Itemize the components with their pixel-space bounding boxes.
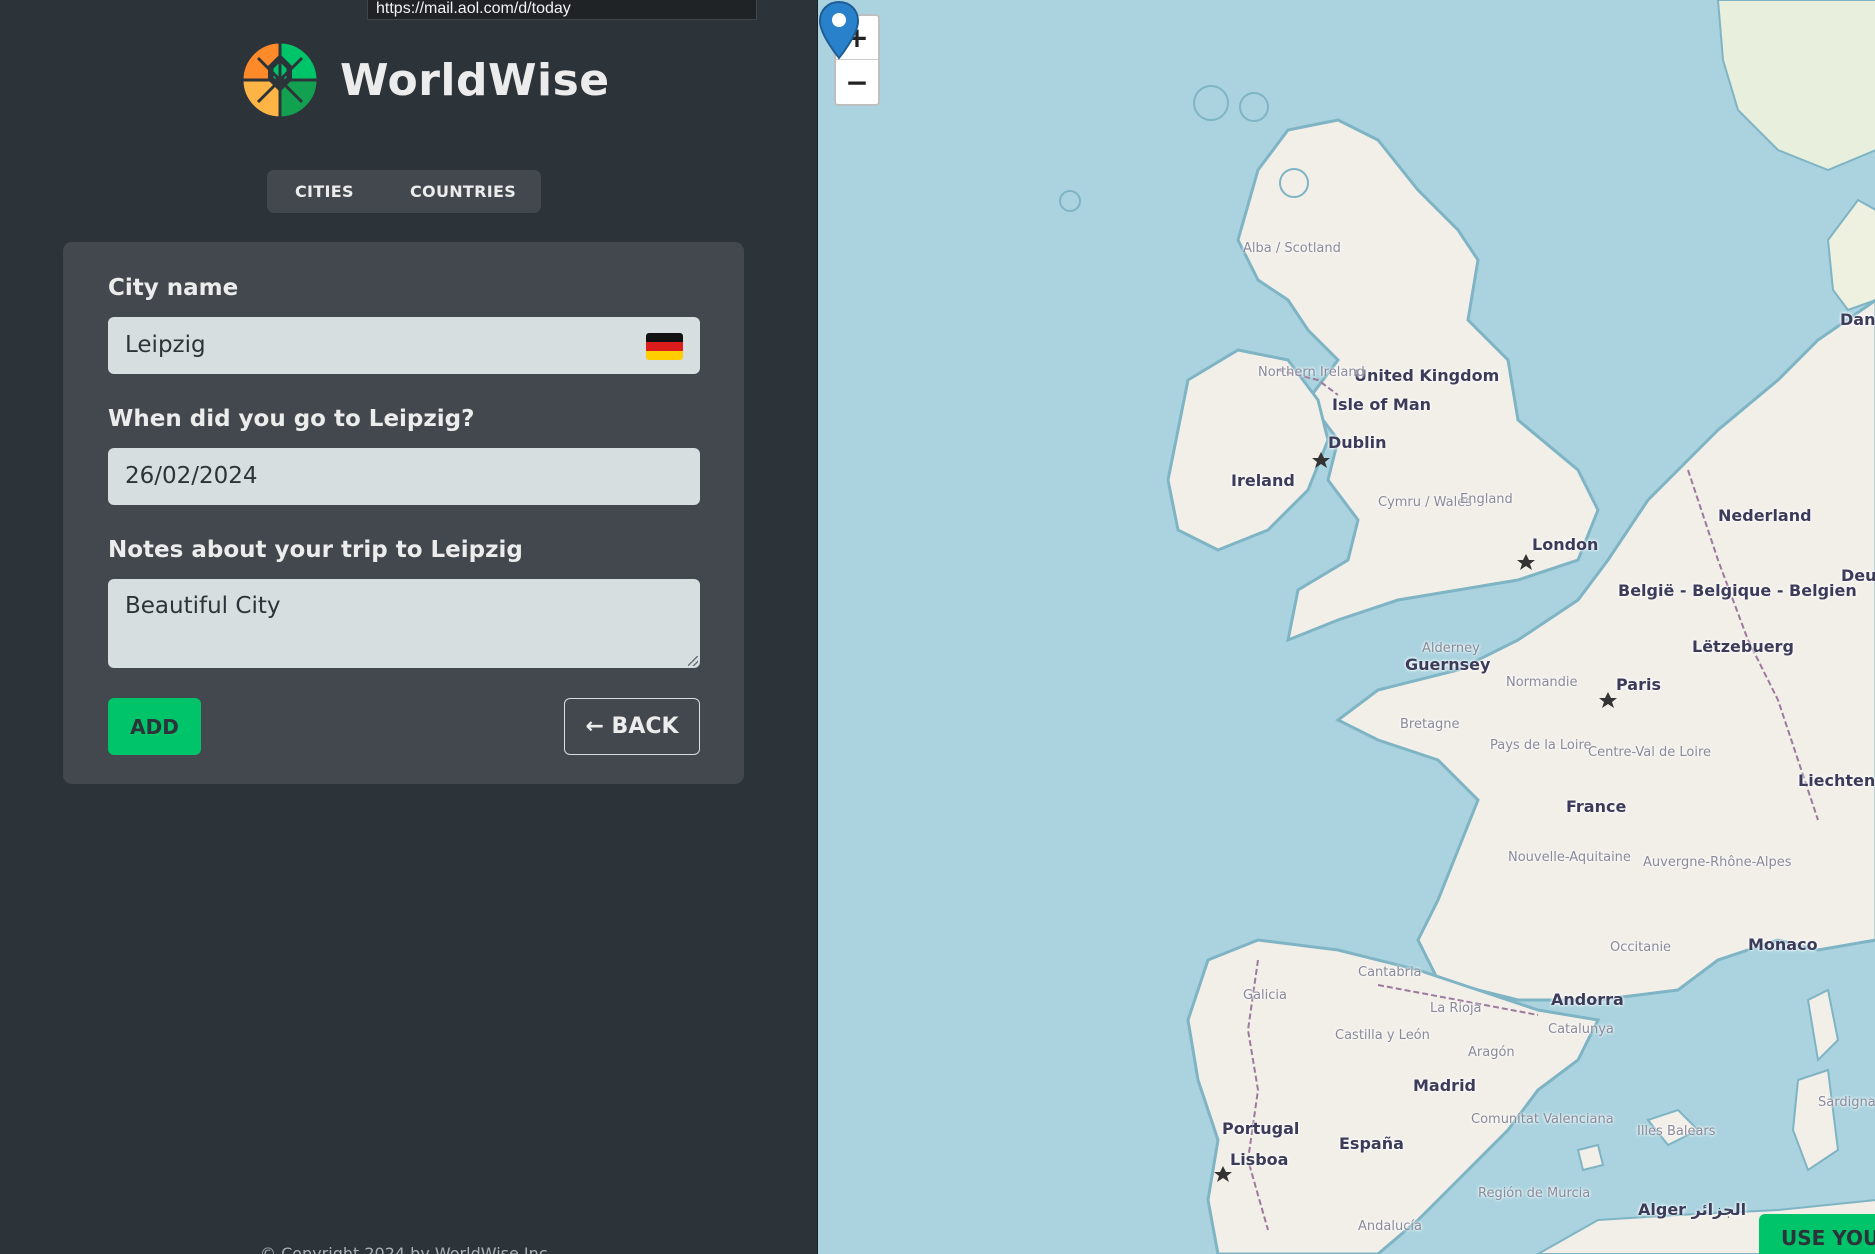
map-label: Comunitat Valenciana	[1471, 1112, 1614, 1127]
resize-grip-icon[interactable]	[688, 656, 698, 666]
map-label: Pays de la Loire	[1490, 738, 1592, 753]
map-label: Andorra	[1551, 990, 1624, 1009]
map-label: Portugal	[1222, 1119, 1300, 1138]
map-label: België - Belgique - Belgien	[1618, 581, 1857, 600]
map-label: Dan	[1840, 310, 1875, 329]
map-label: Alba / Scotland	[1243, 241, 1341, 256]
germany-flag-icon	[646, 333, 683, 360]
map-label: Lëtzebuerg	[1692, 637, 1794, 656]
app-nav: CITIES COUNTRIES	[267, 170, 541, 213]
map-label: Auvergne-Rhône-Alpes	[1643, 855, 1792, 870]
map-label: Sardigna	[1818, 1095, 1875, 1110]
map-label: Bretagne	[1400, 717, 1460, 732]
app-name: WorldWise	[340, 54, 610, 106]
map-label: Monaco	[1748, 935, 1818, 954]
use-position-button[interactable]: USE YOUR POSITION	[1759, 1214, 1875, 1254]
map-label: Cantabria	[1358, 965, 1422, 980]
date-label: When did you go to Leipzig?	[108, 406, 475, 432]
zoom-out-button[interactable]: −	[836, 60, 878, 104]
tab-cities[interactable]: CITIES	[295, 182, 354, 201]
map-label: Northern Ireland	[1258, 365, 1365, 380]
map-label: Deuts	[1841, 566, 1875, 585]
map-label: Paris	[1616, 675, 1661, 694]
map-label: Nouvelle-Aquitaine	[1508, 850, 1631, 865]
map-label: Dublin	[1328, 433, 1387, 452]
map-label: England	[1460, 492, 1513, 507]
map-label: Illes Balears	[1637, 1124, 1716, 1139]
map[interactable]: Alba / Scotland United Kingdom Isle of M…	[817, 0, 1875, 1254]
notes-label: Notes about your trip to Leipzig	[108, 537, 523, 563]
city-name-label: City name	[108, 275, 239, 301]
map-label: Nederland	[1718, 506, 1812, 525]
map-label: Cymru / Wales	[1378, 495, 1473, 510]
map-label: Guernsey	[1405, 655, 1491, 674]
map-label: Alger الجزائر	[1638, 1200, 1747, 1219]
map-label: Región de Murcia	[1478, 1186, 1591, 1201]
map-label: Alderney	[1422, 641, 1480, 656]
tab-countries[interactable]: COUNTRIES	[410, 182, 516, 201]
notes-textarea[interactable]: Beautiful City	[108, 579, 700, 668]
map-label: London	[1532, 535, 1599, 554]
globe-logo-icon	[240, 40, 320, 120]
map-label: Ireland	[1231, 471, 1295, 490]
map-label: Centre-Val de Loire	[1588, 745, 1712, 760]
map-label: United Kingdom	[1354, 366, 1500, 385]
map-label: Aragón	[1468, 1045, 1515, 1060]
add-city-form: City name Leipzig When did you go to Lei…	[63, 242, 744, 784]
url-status-tooltip: https://mail.aol.com/d/today	[367, 0, 757, 20]
back-button[interactable]: ← BACK	[564, 698, 700, 755]
sidebar: https://mail.aol.com/d/today WorldWise C…	[0, 0, 817, 1254]
map-label: Occitanie	[1610, 940, 1672, 955]
map-pin-icon[interactable]	[818, 0, 860, 62]
map-label: Lisboa	[1230, 1150, 1289, 1169]
city-name-value: Leipzig	[125, 332, 206, 358]
map-label: Catalunya	[1548, 1022, 1614, 1037]
map-tiles	[1059, 0, 1875, 1254]
map-label: Isle of Man	[1332, 395, 1432, 414]
map-label: France	[1566, 797, 1627, 816]
map-label: Galicia	[1243, 988, 1287, 1003]
map-label: Andalucía	[1358, 1219, 1422, 1234]
date-value: 26/02/2024	[125, 463, 258, 489]
map-label: España	[1339, 1134, 1404, 1153]
add-button[interactable]: ADD	[108, 698, 201, 755]
map-label: Castilla y León	[1335, 1028, 1430, 1043]
map-label: Liechtenstein	[1798, 771, 1875, 790]
app-logo[interactable]: WorldWise	[240, 40, 610, 120]
map-label: Normandie	[1506, 675, 1578, 690]
map-label: Madrid	[1413, 1076, 1476, 1095]
date-input[interactable]: 26/02/2024	[108, 448, 700, 505]
city-name-input[interactable]: Leipzig	[108, 317, 700, 374]
notes-value: Beautiful City	[125, 593, 281, 619]
map-label: La Rioja	[1430, 1001, 1482, 1016]
footer-copyright: © Copyright 2024 by WorldWise Inc.	[260, 1244, 553, 1254]
